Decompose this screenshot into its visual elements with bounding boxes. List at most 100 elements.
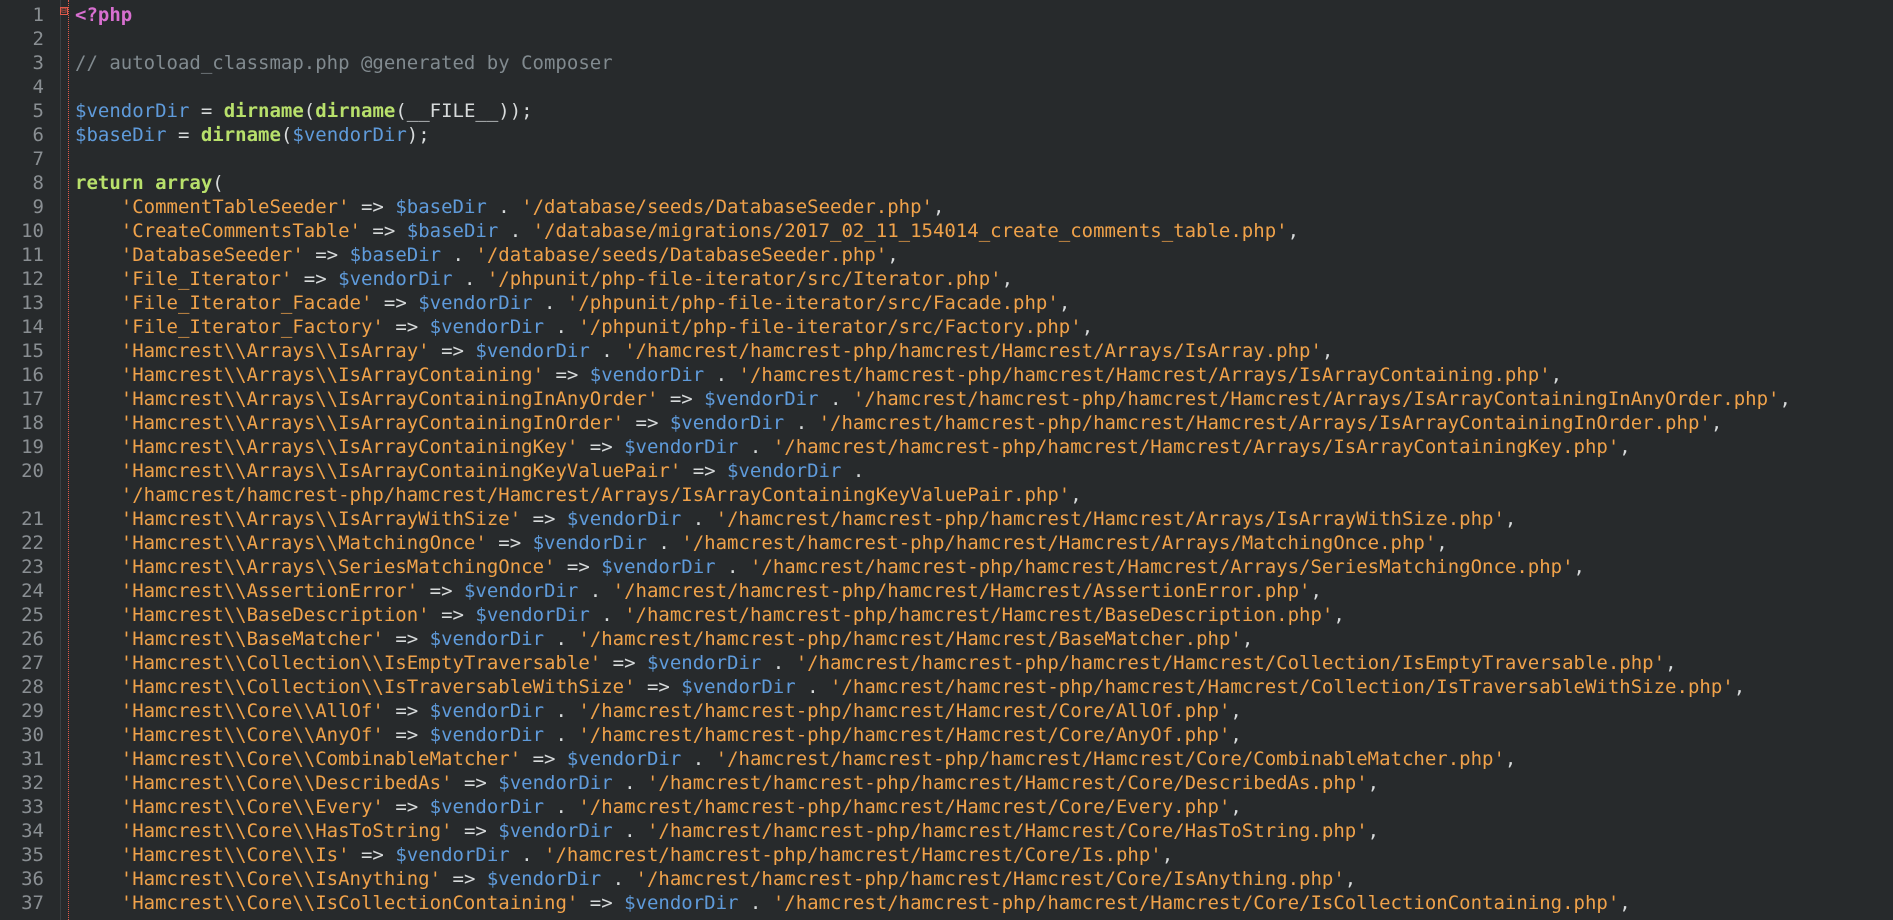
code-token-var: $baseDir (406, 220, 499, 242)
code-token-str: '/hamcrest/hamcrest-php/hamcrest/Hamcres… (681, 532, 1437, 554)
code-line[interactable]: 'Hamcrest\\Core\\Every' => $vendorDir . … (75, 795, 1242, 819)
line-number: 6 (32, 124, 44, 146)
code-line[interactable]: 'Hamcrest\\Arrays\\IsArrayContainingInAn… (75, 387, 1791, 411)
code-token-op: . (441, 244, 476, 266)
code-token-str: '/hamcrest/hamcrest-php/hamcrest/Hamcres… (120, 484, 1071, 506)
code-line[interactable]: 'Hamcrest\\Arrays\\IsArrayContainingKey'… (75, 435, 1631, 459)
line-number: 30 (21, 724, 44, 746)
code-token-str: 'CommentTableSeeder' (120, 196, 350, 218)
code-line[interactable]: 'CommentTableSeeder' => $baseDir . '/dat… (75, 195, 945, 219)
code-line[interactable]: 'Hamcrest\\AssertionError' => $vendorDir… (75, 579, 1322, 603)
code-token-str: 'Hamcrest\\Core\\CombinableMatcher' (120, 748, 522, 770)
code-line[interactable]: <?php (75, 3, 132, 27)
code-token-op: . (761, 652, 796, 674)
code-token-op: => (544, 364, 590, 386)
code-token-op (75, 868, 121, 890)
code-line[interactable]: 'Hamcrest\\Core\\AllOf' => $vendorDir . … (75, 699, 1242, 723)
line-number: 9 (32, 196, 44, 218)
code-line[interactable]: 'Hamcrest\\Arrays\\SeriesMatchingOnce' =… (75, 555, 1585, 579)
code-line[interactable]: '/hamcrest/hamcrest-php/hamcrest/Hamcres… (75, 483, 1082, 507)
code-token-op: , (1710, 412, 1723, 434)
code-token-op: , (1081, 316, 1094, 338)
code-token-str: 'DatabaseSeeder' (120, 244, 304, 266)
code-token-str: 'Hamcrest\\Arrays\\IsArrayContainingInOr… (120, 412, 625, 434)
line-number: 4 (32, 76, 44, 98)
code-token-var: $vendorDir (338, 268, 453, 290)
code-token-op: => (349, 844, 396, 866)
code-token-str: '/hamcrest/hamcrest-php/hamcrest/Hamcres… (749, 556, 1574, 578)
code-line[interactable]: 'File_Iterator_Facade' => $vendorDir . '… (75, 291, 1071, 315)
code-line[interactable]: return array( (75, 171, 224, 195)
code-token-op: . (544, 724, 579, 746)
code-line[interactable]: 'Hamcrest\\Core\\IsAnything' => $vendorD… (75, 867, 1356, 891)
code-line[interactable]: 'Hamcrest\\Arrays\\IsArrayContaining' =>… (75, 363, 1562, 387)
code-line[interactable]: 'Hamcrest\\Arrays\\IsArrayContainingKeyV… (75, 459, 865, 483)
code-token-str: 'Hamcrest\\AssertionError' (120, 580, 419, 602)
code-token-op: , (1367, 820, 1380, 842)
line-number: 23 (21, 556, 44, 578)
code-line[interactable]: 'Hamcrest\\Core\\Is' => $vendorDir . '/h… (75, 843, 1173, 867)
code-token-var: $vendorDir (498, 772, 613, 794)
line-number: 21 (21, 508, 44, 530)
code-token-var: $vendorDir (475, 340, 590, 362)
code-line[interactable]: 'Hamcrest\\Core\\AnyOf' => $vendorDir . … (75, 723, 1242, 747)
line-number: 11 (21, 244, 44, 266)
code-token-op: , (1344, 868, 1357, 890)
code-token-str: '/hamcrest/hamcrest-php/hamcrest/Hamcres… (612, 580, 1311, 602)
code-line[interactable]: 'Hamcrest\\Arrays\\IsArrayContainingInOr… (75, 411, 1723, 435)
code-line[interactable]: $baseDir = dirname($vendorDir); (75, 123, 430, 147)
code-token-str: 'Hamcrest\\Arrays\\IsArray' (120, 340, 430, 362)
code-token-op (75, 220, 121, 242)
fold-toggle-icon[interactable]: ⊟ (60, 7, 68, 16)
code-editor[interactable]: 1 2 3 4 5 6 7 8 9 10 11 12 13 14 15 16 17 18 19 20 21 22 23 24 2… (0, 0, 1893, 920)
code-line[interactable]: 'Hamcrest\\Core\\HasToString' => $vendor… (75, 819, 1379, 843)
code-token-str: 'Hamcrest\\Collection\\IsTraversableWith… (120, 676, 636, 698)
code-token-paren: ( (280, 124, 293, 146)
line-number: 27 (21, 652, 44, 674)
code-token-op: . (578, 580, 613, 602)
code-token-fn: dirname (223, 100, 304, 122)
code-token-op: , (1436, 532, 1448, 554)
code-token-str: 'Hamcrest\\Arrays\\IsArrayContainingKeyV… (120, 460, 682, 482)
line-number: 32 (21, 772, 44, 794)
code-line[interactable]: $vendorDir = dirname(dirname(__FILE__)); (75, 99, 533, 123)
code-token-op: , (1733, 676, 1746, 698)
code-token-op: => (578, 892, 625, 914)
line-number: 12 (21, 268, 44, 290)
code-line[interactable]: 'Hamcrest\\Collection\\IsTraversableWith… (75, 675, 1745, 699)
code-line[interactable]: 'CreateCommentsTable' => $baseDir . '/da… (75, 219, 1299, 243)
code-line[interactable]: 'Hamcrest\\Core\\DescribedAs' => $vendor… (75, 771, 1379, 795)
code-line[interactable]: // autoload_classmap.php @generated by C… (75, 51, 613, 75)
code-token-op: => (360, 220, 407, 242)
code-line[interactable]: 'Hamcrest\\BaseDescription' => $vendorDi… (75, 603, 1345, 627)
code-token-str: '/database/migrations/2017_02_11_154014_… (532, 220, 1288, 242)
line-number: 1 (32, 4, 44, 26)
code-line[interactable]: 'Hamcrest\\Collection\\IsEmptyTraversabl… (75, 651, 1677, 675)
code-line[interactable]: 'File_Iterator_Factory' => $vendorDir . … (75, 315, 1093, 339)
code-token-str: '/hamcrest/hamcrest-php/hamcrest/Hamcres… (830, 676, 1734, 698)
code-token-op: , (1619, 892, 1631, 914)
line-number: 17 (21, 388, 44, 410)
code-token-op: => (452, 820, 499, 842)
code-token-str: 'File_Iterator_Factory' (120, 316, 384, 338)
code-line[interactable]: 'Hamcrest\\Arrays\\IsArray' => $vendorDi… (75, 339, 1334, 363)
code-line[interactable]: 'Hamcrest\\Arrays\\MatchingOnce' => $ven… (75, 531, 1448, 555)
code-line[interactable]: 'File_Iterator' => $vendorDir . '/phpuni… (75, 267, 1013, 291)
code-token-op: . (795, 676, 831, 698)
code-line[interactable]: 'Hamcrest\\Arrays\\IsArrayWithSize' => $… (75, 507, 1517, 531)
code-token-str: '/hamcrest/hamcrest-php/hamcrest/Hamcres… (635, 868, 1345, 890)
line-number: 31 (21, 748, 44, 770)
code-token-op: . (601, 868, 636, 890)
code-line[interactable]: 'Hamcrest\\BaseMatcher' => $vendorDir . … (75, 627, 1254, 651)
line-number: 33 (21, 796, 44, 818)
code-line[interactable]: 'Hamcrest\\Core\\IsCollectionContaining'… (75, 891, 1631, 915)
code-token-str: '/hamcrest/hamcrest-php/hamcrest/Hamcres… (578, 724, 1231, 746)
code-token-op: . (818, 388, 853, 410)
code-token-var: $vendorDir (418, 292, 533, 314)
code-token-str: '/hamcrest/hamcrest-php/hamcrest/Hamcres… (818, 412, 1711, 434)
code-token-var: $vendorDir (292, 124, 407, 146)
code-token-kw: array (155, 172, 213, 194)
code-line[interactable]: 'DatabaseSeeder' => $baseDir . '/databas… (75, 243, 899, 267)
code-token-op: => (601, 652, 647, 674)
code-line[interactable]: 'Hamcrest\\Core\\CombinableMatcher' => $… (75, 747, 1517, 771)
